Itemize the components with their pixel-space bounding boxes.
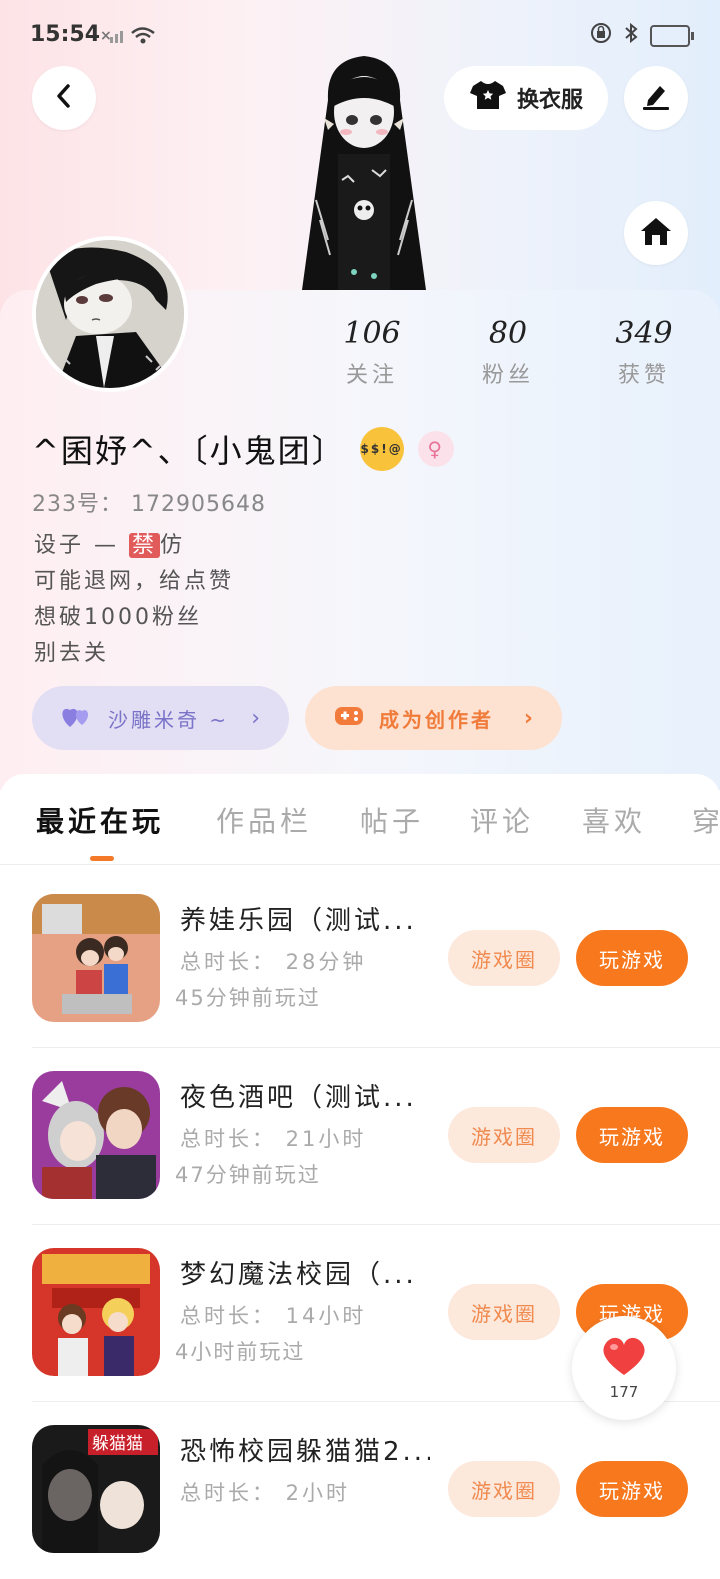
tshirt-icon	[469, 79, 507, 117]
following-count: 106	[343, 316, 401, 351]
bio-line-2: 可能退网，给点赞	[34, 569, 235, 594]
face-emoji-icon: $$!@	[359, 427, 404, 471]
become-creator-button[interactable]: 成为创作者 ›	[305, 686, 562, 750]
following-label: 关注	[345, 363, 398, 388]
game-circle-button[interactable]: 游戏圈	[448, 1107, 560, 1163]
bio-line-1: 设子 —	[34, 533, 129, 558]
svg-text:×: ×	[100, 28, 112, 44]
character-figure	[276, 50, 452, 290]
profile-name-row: ^囷妤^、〔小鬼团〕 $$!@ ♀	[32, 426, 454, 472]
stat-followers[interactable]: 80 粉丝	[448, 316, 568, 389]
followers-count: 80	[488, 316, 528, 351]
game-title: 养娃乐园（测试...	[180, 906, 417, 936]
tab-comments[interactable]: 评论	[470, 800, 534, 840]
tab-favorites[interactable]: 喜欢	[582, 800, 646, 840]
change-outfit-button[interactable]: 换衣服	[444, 66, 608, 130]
game-duration: 总时长： 14小时	[180, 1304, 367, 1328]
female-gender-icon: ♀	[417, 431, 454, 467]
signal-icon: ×	[100, 24, 160, 51]
tab-works[interactable]: 作品栏	[216, 800, 312, 840]
status-bar: 15:54 ×	[30, 22, 694, 52]
home-button[interactable]	[624, 201, 688, 265]
bio-line-4: 别去关	[34, 641, 110, 666]
thumb-text: 躲猫猫	[92, 1434, 143, 1454]
heart-icon	[600, 1335, 648, 1381]
rotation-lock-icon	[590, 22, 612, 50]
pen-icon	[640, 80, 672, 116]
tab-recently-played[interactable]: 最近在玩	[36, 800, 164, 840]
back-button[interactable]	[32, 66, 96, 130]
divider	[32, 1224, 720, 1225]
tab-posts[interactable]: 帖子	[360, 800, 424, 840]
ban-emoji: 禁	[129, 533, 161, 558]
likes-count: 349	[615, 316, 673, 351]
stat-likes[interactable]: 349 获赞	[584, 316, 704, 389]
active-tab-indicator	[90, 856, 114, 861]
home-icon	[639, 215, 673, 251]
play-game-button[interactable]: 玩游戏	[576, 1107, 688, 1163]
followers-label: 粉丝	[481, 363, 534, 388]
stat-following[interactable]: 106 关注	[312, 316, 432, 389]
gamepad-icon	[333, 703, 365, 734]
game-thumbnail: 躲猫猫	[32, 1425, 160, 1553]
likes-label: 获赞	[617, 363, 670, 388]
user-id: 233号： 172905648	[32, 492, 266, 517]
game-circle-button[interactable]: 游戏圈	[448, 930, 560, 986]
divider	[32, 1047, 720, 1048]
group-badge-button[interactable]: 沙雕米奇 ~ ›	[32, 686, 289, 750]
tab-outfits[interactable]: 穿	[692, 800, 720, 840]
list-item[interactable]: 躲猫猫 恐怖校园躲猫猫2... 总时长： 2小时 游戏圈 玩游戏	[32, 1403, 720, 1579]
game-last-played: 4小时前玩过	[175, 1340, 306, 1364]
chevron-right-icon: ›	[523, 705, 536, 731]
list-item[interactable]: 夜色酒吧（测试... 总时长： 21小时 47分钟前玩过 游戏圈 玩游戏	[32, 1049, 720, 1225]
chevron-right-icon: ›	[251, 705, 263, 731]
face-emoji-text: $$!@	[360, 442, 403, 456]
game-thumbnail	[32, 894, 160, 1022]
bio-line-1-end: 仿	[160, 533, 186, 558]
profile-bio: 设子 — 禁仿 可能退网，给点赞 想破1000粉丝 别去关	[34, 528, 234, 672]
game-duration: 总时长： 2小时	[180, 1481, 351, 1505]
battery-icon	[650, 25, 694, 47]
game-circle-button[interactable]: 游戏圈	[448, 1461, 560, 1517]
play-game-button[interactable]: 玩游戏	[576, 1461, 688, 1517]
bio-line-3: 想破1000粉丝	[34, 605, 202, 630]
game-title: 梦幻魔法校园（...	[180, 1260, 417, 1290]
game-circle-button[interactable]: 游戏圈	[448, 1284, 560, 1340]
game-duration: 总时长： 28分钟	[180, 950, 367, 974]
avatar[interactable]	[32, 236, 188, 392]
game-last-played: 45分钟前玩过	[175, 986, 321, 1010]
group-badge-label: 沙雕米奇 ~	[108, 707, 230, 732]
hearts-icon	[60, 703, 94, 734]
change-outfit-label: 换衣服	[516, 88, 583, 113]
list-item[interactable]: 养娃乐园（测试... 总时长： 28分钟 45分钟前玩过 游戏圈 玩游戏	[32, 872, 720, 1048]
bluetooth-icon	[622, 22, 640, 50]
game-title: 恐怖校园躲猫猫2...	[180, 1437, 430, 1467]
chevron-left-icon	[53, 83, 75, 113]
edit-profile-button[interactable]	[624, 66, 688, 130]
play-game-button[interactable]: 玩游戏	[576, 930, 688, 986]
like-button[interactable]: 177	[572, 1316, 676, 1420]
become-creator-label: 成为创作者	[379, 707, 494, 732]
game-title: 夜色酒吧（测试...	[180, 1083, 417, 1113]
game-thumbnail	[32, 1071, 160, 1199]
profile-name: ^囷妤^、〔小鬼团〕	[32, 432, 346, 470]
game-last-played: 47分钟前玩过	[175, 1163, 321, 1187]
status-time: 15:54	[30, 22, 101, 47]
tab-bar: 最近在玩 作品栏 帖子 评论 喜欢 穿	[0, 774, 720, 865]
game-duration: 总时长： 21小时	[180, 1127, 367, 1151]
game-thumbnail	[32, 1248, 160, 1376]
like-count: 177	[609, 1383, 639, 1401]
